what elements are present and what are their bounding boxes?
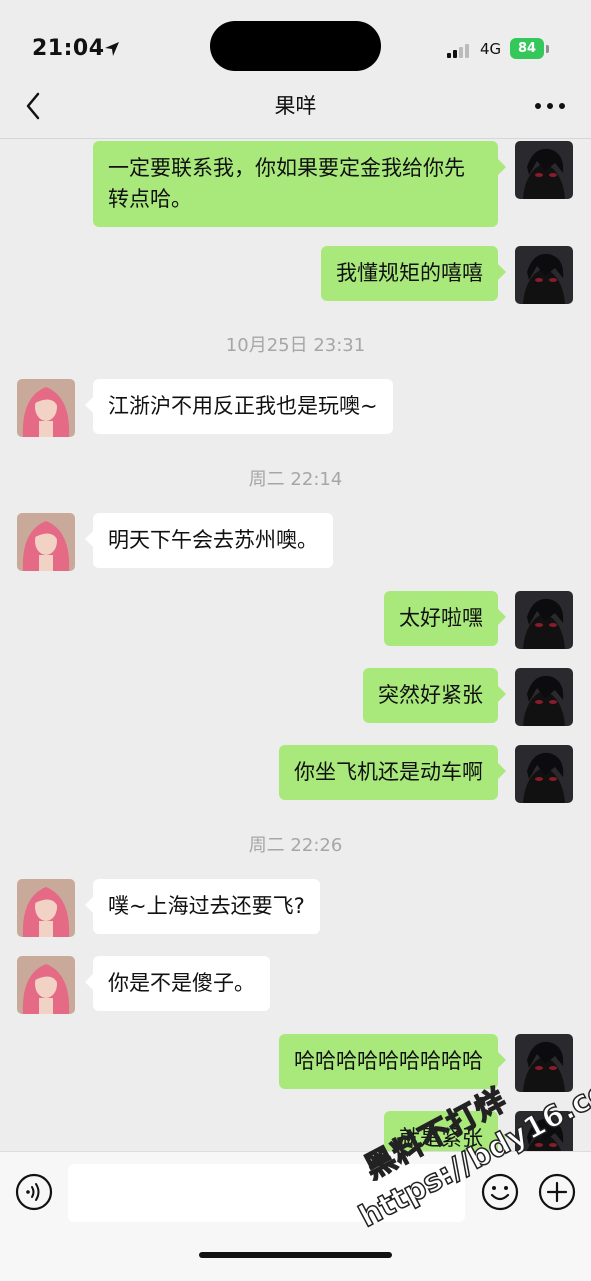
home-indicator — [199, 1252, 392, 1258]
self-avatar[interactable] — [515, 745, 573, 803]
more-button[interactable] — [530, 88, 570, 124]
status-bar: 21:04 4G 84 — [0, 0, 591, 82]
message-bubble-outgoing[interactable]: 太好啦嘿 — [384, 591, 506, 646]
dynamic-island — [210, 21, 381, 71]
voice-icon — [15, 1173, 53, 1211]
more-icon — [535, 103, 565, 109]
emoji-icon — [481, 1173, 519, 1211]
plus-button[interactable] — [537, 1172, 577, 1212]
battery-level: 84 — [510, 38, 544, 59]
nav-bar: 果咩 — [0, 82, 591, 139]
self-avatar[interactable] — [515, 591, 573, 649]
plus-icon — [538, 1173, 576, 1211]
message-timestamp: 周二 22:26 — [248, 835, 343, 856]
network-type: 4G — [480, 40, 502, 58]
message-bubble-incoming[interactable]: 明天下午会去苏州噢。 — [85, 513, 333, 568]
self-avatar[interactable] — [515, 1034, 573, 1092]
status-time: 21:04 — [32, 36, 105, 61]
message-bubble-outgoing[interactable]: 哈哈哈哈哈哈哈哈哈 — [279, 1034, 506, 1089]
message-bubble-outgoing[interactable]: 我懂规矩的嘻嘻 — [321, 246, 506, 301]
message-timestamp: 周二 22:14 — [248, 469, 343, 490]
message-bubble-incoming[interactable]: 江浙沪不用反正我也是玩噢~ — [85, 379, 393, 434]
self-avatar[interactable] — [515, 1111, 573, 1151]
contact-avatar[interactable] — [17, 879, 75, 937]
contact-avatar[interactable] — [17, 379, 75, 437]
message-bubble-outgoing[interactable]: 你坐飞机还是动车啊 — [279, 745, 506, 800]
contact-avatar[interactable] — [17, 513, 75, 571]
message-bubble-outgoing[interactable]: 一定要联系我，你如果要定金我给你先转点哈。 — [93, 141, 506, 227]
message-bubble-incoming[interactable]: 噗~上海过去还要飞? — [85, 879, 320, 934]
message-timestamp: 10月25日 23:31 — [225, 335, 366, 356]
self-avatar[interactable] — [515, 246, 573, 304]
chat-area[interactable]: 一定要联系我，你如果要定金我给你先转点哈。 我懂规矩的嘻嘻 10月25日 23:… — [0, 139, 591, 1151]
signal-icon — [447, 43, 473, 62]
message-input[interactable] — [68, 1164, 465, 1222]
self-avatar[interactable] — [515, 668, 573, 726]
emoji-button[interactable] — [480, 1172, 520, 1212]
message-bubble-incoming[interactable]: 你是不是傻子。 — [85, 956, 270, 1011]
input-bar — [0, 1151, 591, 1281]
chat-title: 果咩 — [274, 94, 317, 118]
contact-avatar[interactable] — [17, 956, 75, 1014]
message-bubble-outgoing[interactable]: 突然好紧张 — [363, 668, 506, 723]
voice-button[interactable] — [14, 1172, 54, 1212]
location-arrow-icon — [103, 40, 121, 62]
battery-tip — [546, 45, 549, 53]
message-bubble-outgoing[interactable]: 就是紧张 — [384, 1111, 506, 1151]
self-avatar[interactable] — [515, 141, 573, 199]
